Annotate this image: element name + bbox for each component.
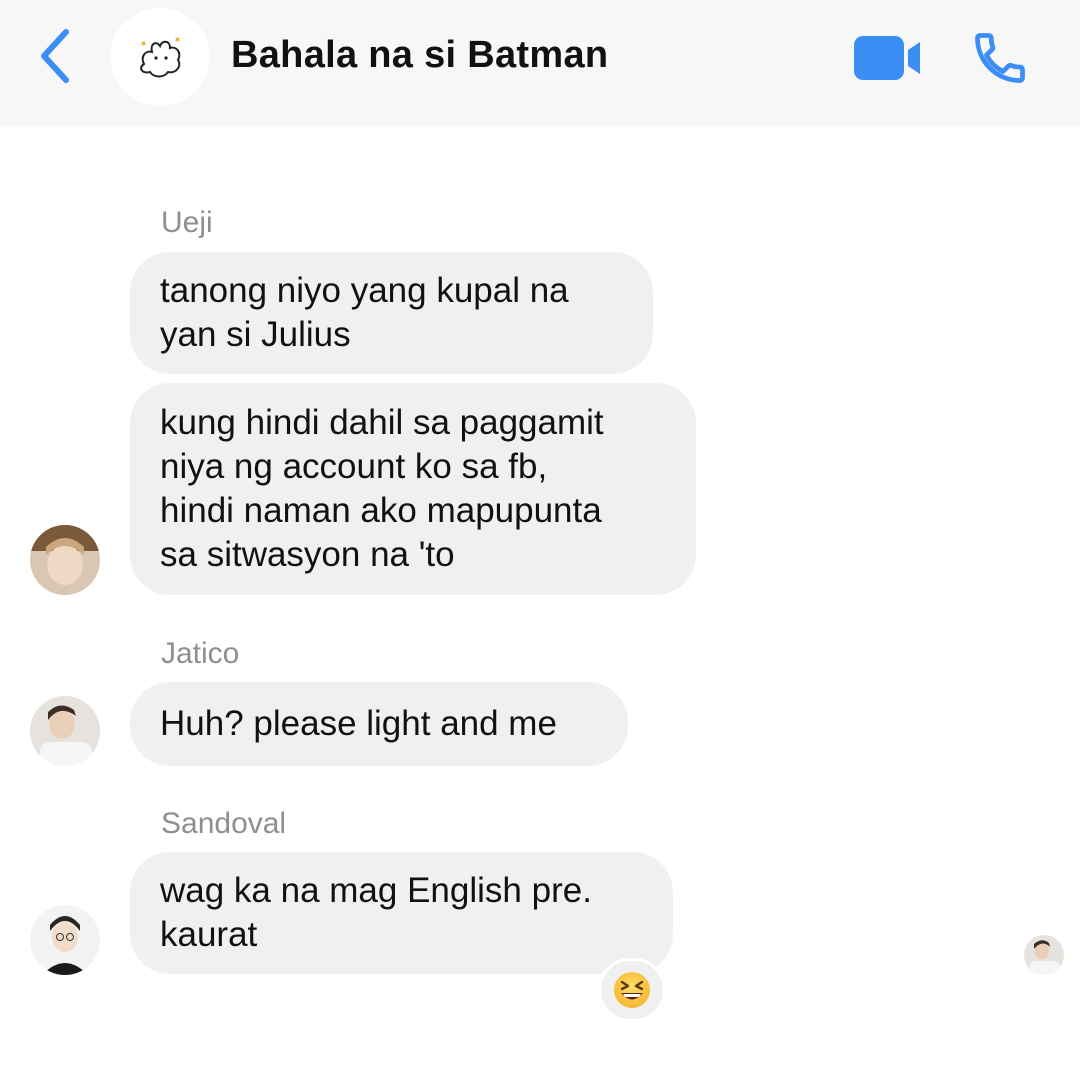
chat-title[interactable]: Bahala na si Batman <box>231 34 608 77</box>
profile-photo <box>30 525 100 595</box>
chevron-left-icon <box>41 29 69 83</box>
video-call-button[interactable] <box>852 34 924 82</box>
sender-name: Ueji <box>161 206 213 239</box>
profile-photo <box>30 905 100 975</box>
message-bubble[interactable]: tanong niyo yang kupal na yan si Julius <box>130 252 653 374</box>
back-button[interactable] <box>34 28 78 84</box>
avatar[interactable] <box>30 525 100 595</box>
message-bubble[interactable]: wag ka na mag English pre. kaurat <box>130 852 673 974</box>
message-bubble[interactable]: Huh? please light and me <box>130 682 628 766</box>
bunny-sticker-icon <box>140 37 181 78</box>
voice-call-button[interactable] <box>970 28 1030 88</box>
sender-name: Sandoval <box>161 807 287 840</box>
profile-photo <box>1024 935 1064 975</box>
avatar[interactable] <box>30 696 100 766</box>
chat-header: Bahala na si Batman <box>0 0 1080 126</box>
sender-name: Jatico <box>161 637 240 670</box>
message-reaction[interactable] <box>598 958 666 1022</box>
avatar[interactable] <box>30 905 100 975</box>
phone-icon <box>975 33 1025 83</box>
video-camera-icon <box>854 36 920 80</box>
grinning-squinting-face-icon <box>614 972 650 1008</box>
profile-photo <box>30 696 100 766</box>
message-bubble[interactable]: kung hindi dahil sa paggamit niya ng acc… <box>130 383 696 595</box>
read-receipt-avatar <box>1024 935 1064 975</box>
group-avatar[interactable] <box>110 8 210 106</box>
